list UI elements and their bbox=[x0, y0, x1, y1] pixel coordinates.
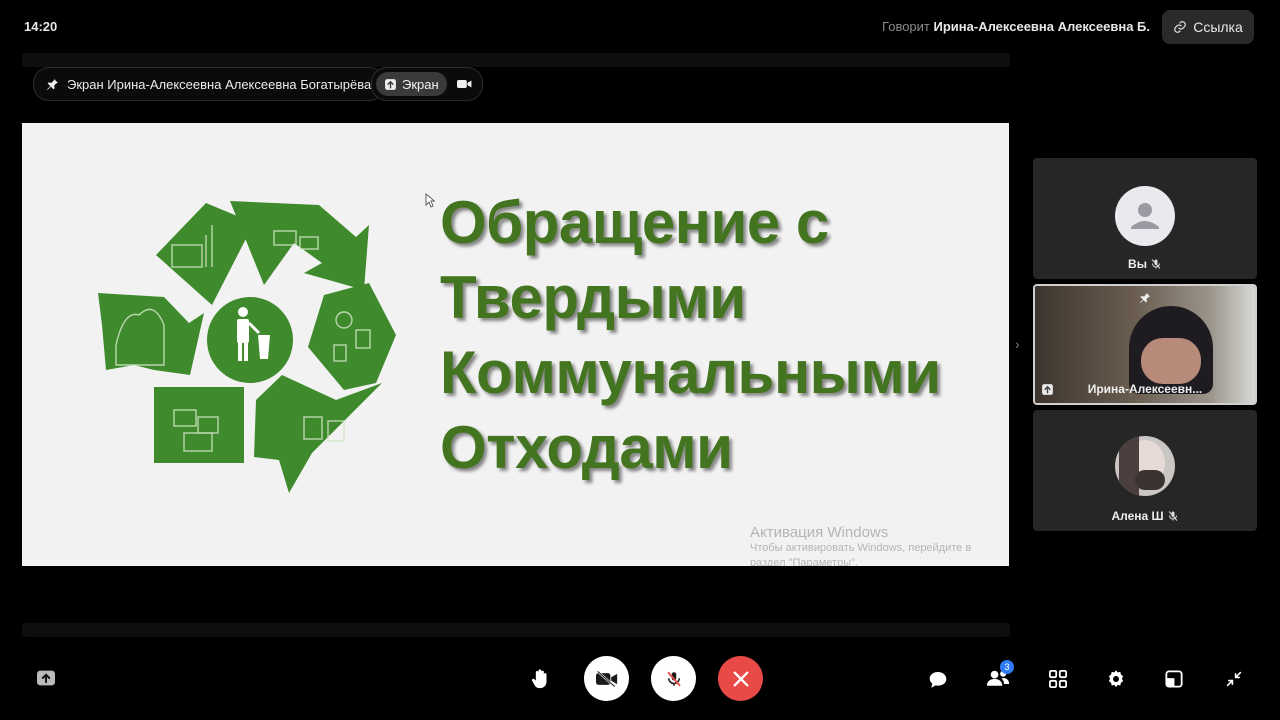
mic-muted-icon bbox=[1168, 511, 1177, 521]
view-switcher: Экран bbox=[371, 67, 483, 101]
gear-icon bbox=[1108, 670, 1124, 688]
participant-tile-alena[interactable]: Алена Ш bbox=[1033, 410, 1257, 531]
slide-title-line-4: Отходами bbox=[440, 414, 733, 481]
participant-name-text: Вы bbox=[1128, 257, 1147, 271]
collapse-icon bbox=[1226, 671, 1242, 687]
avatar bbox=[1115, 436, 1175, 496]
pinned-screen-label[interactable]: Экран Ирина-Алексеевна Алексеевна Богаты… bbox=[33, 67, 386, 101]
screen-view-button[interactable]: Экран bbox=[376, 72, 447, 96]
watermark-text: Чтобы активировать Windows, перейдите в … bbox=[750, 542, 972, 566]
screen-view-label: Экран bbox=[402, 76, 439, 92]
speaking-label: Говорит bbox=[882, 19, 930, 34]
clock: 14:20 bbox=[24, 19, 58, 34]
layout-toggle-button[interactable] bbox=[1164, 669, 1184, 689]
shared-screen-slide: Обращение с Твердыми Коммунальными Отход… bbox=[22, 123, 1009, 566]
mic-muted-icon bbox=[1151, 259, 1161, 269]
mouse-cursor-icon bbox=[425, 193, 435, 208]
screen-share-icon bbox=[385, 78, 396, 90]
participant-name: Вы bbox=[1033, 257, 1257, 271]
settings-button[interactable] bbox=[1105, 668, 1127, 690]
end-call-button[interactable] bbox=[718, 656, 763, 701]
participant-tile-presenter[interactable]: Ирина-Алексеевн... bbox=[1033, 284, 1257, 405]
hand-icon bbox=[531, 669, 547, 689]
copy-link-button[interactable]: Ссылка bbox=[1162, 10, 1254, 44]
recycle-logo bbox=[98, 201, 396, 493]
screen-share-icon bbox=[37, 670, 55, 686]
camera-toggle-button[interactable] bbox=[584, 656, 629, 701]
stage-top-bar bbox=[22, 53, 1010, 67]
active-speaker: Говорит Ирина-Алексеевна Алексеевна Б. bbox=[882, 19, 1150, 34]
layout-icon bbox=[1165, 670, 1183, 688]
participant-name-text: Алена Ш bbox=[1111, 509, 1164, 523]
participant-tile-self[interactable]: Вы bbox=[1033, 158, 1257, 279]
link-label: Ссылка bbox=[1193, 19, 1243, 35]
chat-icon bbox=[929, 671, 947, 688]
grid-layout-button[interactable] bbox=[1047, 668, 1069, 690]
participants-button[interactable]: 3 bbox=[984, 660, 1014, 690]
chevron-right-icon[interactable]: › bbox=[1015, 336, 1020, 352]
chat-button[interactable] bbox=[926, 667, 950, 691]
participant-name: Алена Ш bbox=[1033, 509, 1257, 523]
participant-face bbox=[1141, 338, 1201, 384]
pin-icon bbox=[47, 78, 58, 90]
user-icon bbox=[1131, 203, 1159, 229]
camera-off-icon bbox=[595, 670, 617, 687]
mic-toggle-button[interactable] bbox=[651, 656, 696, 701]
link-icon bbox=[1174, 21, 1187, 33]
participant-name: Ирина-Алексеевн... bbox=[1035, 382, 1255, 396]
exit-fullscreen-button[interactable] bbox=[1224, 669, 1244, 689]
mic-muted-icon bbox=[666, 671, 681, 686]
close-icon bbox=[733, 671, 748, 686]
avatar bbox=[1115, 186, 1175, 246]
slide-title: Обращение с Твердыми Коммунальными Отход… bbox=[440, 185, 941, 485]
slide-title-line-2: Твердыми bbox=[440, 264, 746, 331]
windows-activation-watermark: Активация Windows Чтобы активировать Win… bbox=[750, 524, 990, 566]
slide-title-line-1: Обращение с bbox=[440, 189, 829, 256]
pin-icon bbox=[1140, 293, 1150, 303]
participant-name-text: Ирина-Алексеевн... bbox=[1087, 382, 1203, 396]
watermark-title: Активация Windows bbox=[750, 524, 889, 541]
stage-bottom-bar bbox=[22, 623, 1010, 637]
speaking-name: Ирина-Алексеевна Алексеевна Б. bbox=[933, 19, 1150, 34]
camera-view-icon[interactable] bbox=[456, 78, 472, 90]
share-screen-button[interactable] bbox=[35, 668, 57, 688]
pinned-screen-text: Экран Ирина-Алексеевна Алексеевна Богаты… bbox=[67, 76, 372, 92]
slide-title-line-3: Коммунальными bbox=[440, 339, 941, 406]
raise-hand-button[interactable] bbox=[528, 666, 552, 692]
participants-count-badge: 3 bbox=[1000, 660, 1014, 674]
grid-icon bbox=[1049, 670, 1067, 688]
